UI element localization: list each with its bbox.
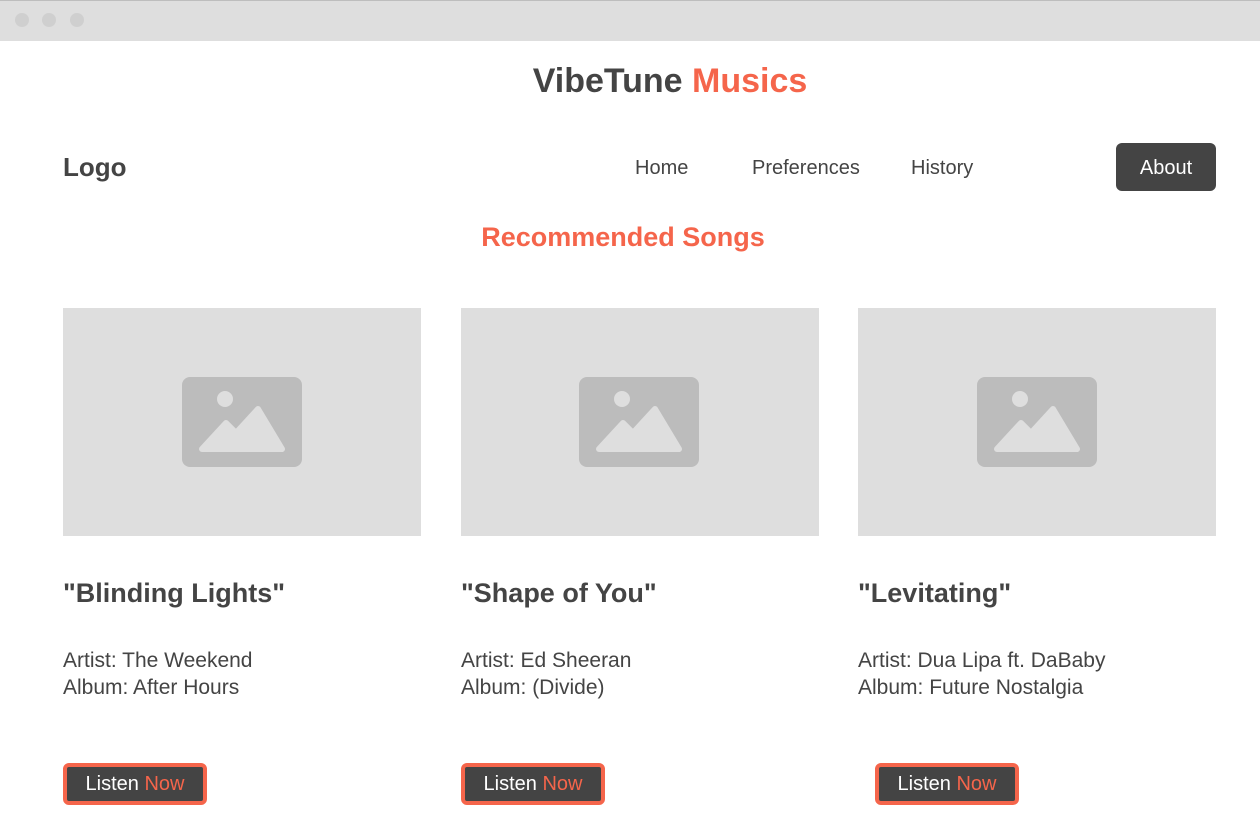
song-title: "Blinding Lights" (63, 578, 286, 608)
song-title: "Shape of You" (461, 578, 657, 608)
listen-label: Listen (897, 773, 951, 795)
now-label: Now (542, 773, 583, 795)
song-album: Album: After Hours (63, 676, 240, 699)
window-maximize-dot[interactable] (70, 13, 84, 27)
nav-preferences-link[interactable]: Preferences (752, 157, 860, 180)
site-title: VibeTune Musics (0, 62, 1260, 101)
song-card: "Blinding Lights" Artist: The Weekend Al… (63, 308, 421, 805)
image-placeholder-icon (977, 377, 1097, 467)
song-artist: Artist: Ed Sheeran (461, 649, 632, 672)
song-thumbnail (461, 308, 819, 536)
song-title: "Levitating" (858, 578, 1012, 608)
song-artist: Artist: The Weekend (63, 649, 253, 672)
window-title-bar (0, 0, 1260, 41)
about-button[interactable]: About (1116, 143, 1216, 191)
listen-label: Listen (85, 773, 139, 795)
song-card: "Shape of You" Artist: Ed Sheeran Album:… (461, 308, 819, 805)
song-thumbnail (63, 308, 421, 536)
window-minimize-dot[interactable] (42, 13, 56, 27)
nav-home-link[interactable]: Home (635, 157, 688, 180)
site-title-main: VibeTune (532, 62, 683, 100)
site-title-accent: Musics (692, 62, 808, 100)
listen-label: Listen (483, 773, 537, 795)
logo[interactable]: Logo (63, 152, 127, 183)
section-title: Recommended Songs (481, 222, 765, 252)
song-artist: Artist: Dua Lipa ft. DaBaby (858, 649, 1106, 672)
song-album: Album: Future Nostalgia (858, 676, 1084, 699)
nav-history-link[interactable]: History (911, 157, 973, 180)
listen-now-button[interactable]: Listen Now (875, 763, 1019, 805)
song-album: Album: (Divide) (461, 676, 605, 699)
song-card: "Levitating" Artist: Dua Lipa ft. DaBaby… (858, 308, 1216, 805)
now-label: Now (956, 773, 997, 795)
image-placeholder-icon (182, 377, 302, 467)
listen-now-button[interactable]: Listen Now (63, 763, 207, 805)
image-placeholder-icon (579, 377, 699, 467)
window-close-dot[interactable] (15, 13, 29, 27)
song-thumbnail (858, 308, 1216, 536)
listen-now-button[interactable]: Listen Now (461, 763, 605, 805)
now-label: Now (144, 773, 185, 795)
